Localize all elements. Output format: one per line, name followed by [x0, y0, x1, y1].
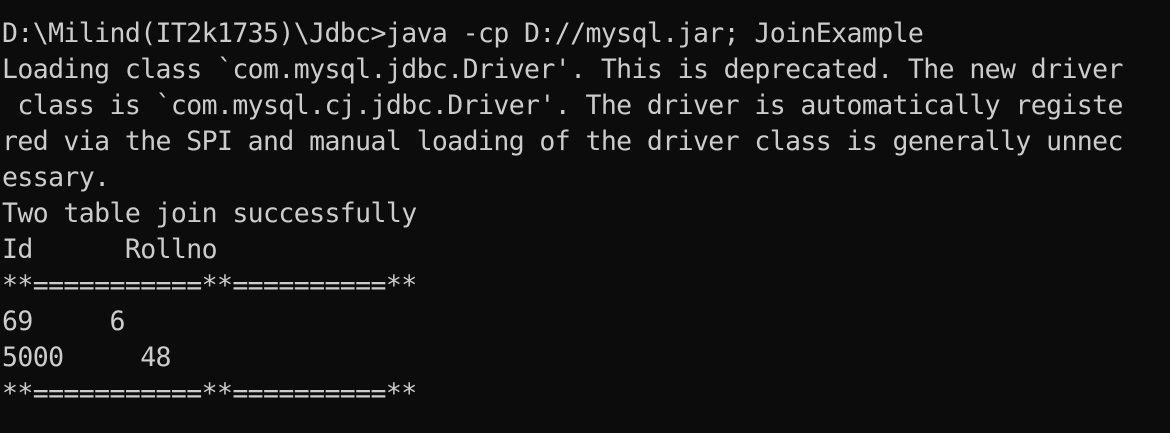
output-line-success: Two table join successfully — [2, 198, 417, 229]
output-table-separator: **===========**==========** — [2, 378, 417, 409]
output-table-row: 5000 48 — [2, 342, 172, 373]
output-line-deprecation-3: red via the SPI and manual loading of th… — [2, 126, 1123, 157]
output-line-deprecation-2: class is `com.mysql.cj.jdbc.Driver'. The… — [2, 90, 1123, 121]
output-line-deprecation-4: essary. — [2, 162, 110, 193]
output-table-header: Id Rollno — [2, 234, 218, 265]
output-table-row: 69 6 — [2, 306, 125, 337]
console-window[interactable]: D:\Milind(IT2k1735)\Jdbc>java -cp D://my… — [0, 0, 1170, 433]
output-line-deprecation-1: Loading class `com.mysql.jdbc.Driver'. T… — [2, 54, 1123, 85]
output-table-separator: **===========**==========** — [2, 270, 417, 301]
command-line: D:\Milind(IT2k1735)\Jdbc>java -cp D://my… — [2, 18, 924, 49]
